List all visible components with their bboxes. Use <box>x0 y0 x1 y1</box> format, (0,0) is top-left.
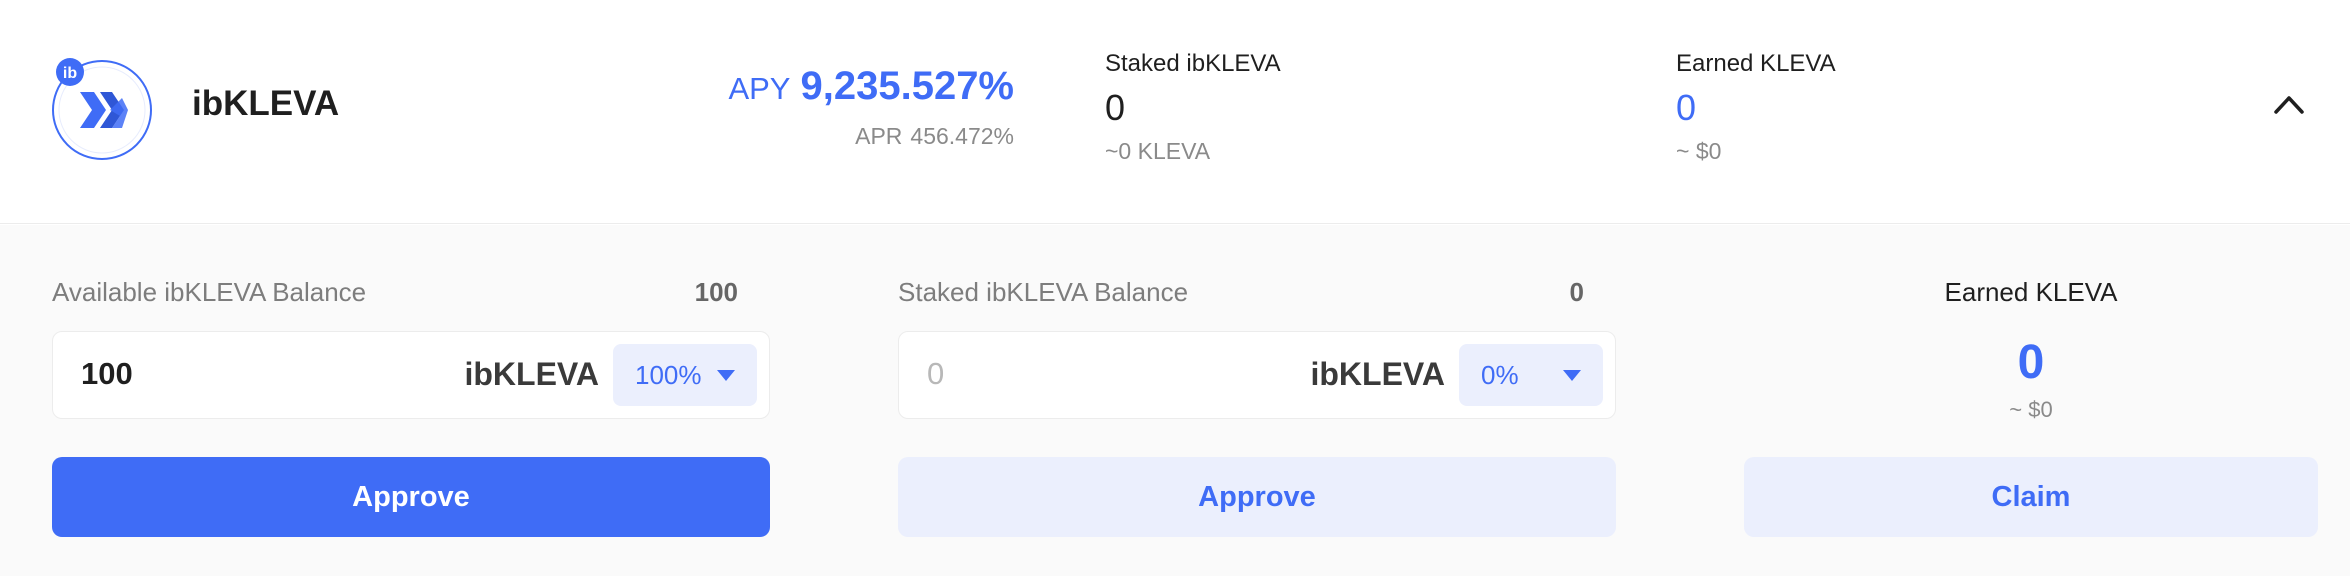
staked-balance-value: 0 <box>1569 277 1584 307</box>
claim-earned-sub: ~ $0 <box>2009 397 2053 422</box>
claim-earned-label: Earned KLEVA <box>1944 277 2118 307</box>
pool-header: ib ibKLEVA APY 9,235.527% APR 456.472% S… <box>0 0 2350 224</box>
apr-value: 456.472% <box>910 123 1014 149</box>
deposit-approve-button[interactable]: Approve <box>52 457 770 537</box>
deposit-amount-value[interactable]: 100 <box>81 356 133 392</box>
pool-detail-panel: Available ibKLEVA Balance 100 100 ibKLEV… <box>0 225 2350 576</box>
earned-value: 0 <box>1676 87 1697 128</box>
claim-button[interactable]: Claim <box>1744 457 2318 537</box>
staked-label: Staked ibKLEVA <box>1105 50 1281 77</box>
earned-summary: Earned KLEVA 0 ~ $0 <box>1676 50 1836 165</box>
deposit-percent-select[interactable]: 100% <box>613 344 757 406</box>
withdraw-amount-placeholder[interactable]: 0 <box>927 356 944 392</box>
caret-down-icon <box>1563 370 1581 381</box>
earned-label: Earned KLEVA <box>1676 50 1836 77</box>
available-balance-label: Available ibKLEVA Balance <box>52 277 367 307</box>
withdraw-unit: ibKLEVA <box>1310 356 1445 392</box>
withdraw-approve-button[interactable]: Approve <box>898 457 1616 537</box>
apy-block: APY 9,235.527% APR 456.472% <box>728 64 1014 150</box>
available-balance-value: 100 <box>694 277 738 307</box>
token-name: ibKLEVA <box>192 84 340 123</box>
logo-badge: ib <box>63 65 77 82</box>
deposit-unit: ibKLEVA <box>464 356 599 392</box>
apr-label: APR <box>855 123 903 149</box>
apy-value: 9,235.527% <box>800 64 1014 108</box>
claim-earned-value: 0 <box>2017 336 2045 389</box>
deposit-amount-field[interactable]: 100 ibKLEVA 100% <box>52 331 770 419</box>
chevron-up-icon[interactable] <box>2272 92 2306 116</box>
staked-value: 0 <box>1105 87 1126 128</box>
withdraw-percent-select[interactable]: 0% <box>1459 344 1603 406</box>
apy-label: APY <box>728 71 791 106</box>
staked-balance-label: Staked ibKLEVA Balance <box>898 277 1189 307</box>
caret-down-icon <box>717 370 735 381</box>
staked-sub: ~0 KLEVA <box>1105 137 1211 164</box>
withdraw-percent-value: 0% <box>1481 359 1519 390</box>
earned-sub: ~ $0 <box>1676 137 1722 164</box>
staked-summary: Staked ibKLEVA 0 ~0 KLEVA <box>1105 50 1281 165</box>
ibkleva-token-icon: ib <box>52 58 152 160</box>
deposit-percent-value: 100% <box>635 359 702 390</box>
withdraw-amount-field[interactable]: 0 ibKLEVA 0% <box>898 331 1616 419</box>
